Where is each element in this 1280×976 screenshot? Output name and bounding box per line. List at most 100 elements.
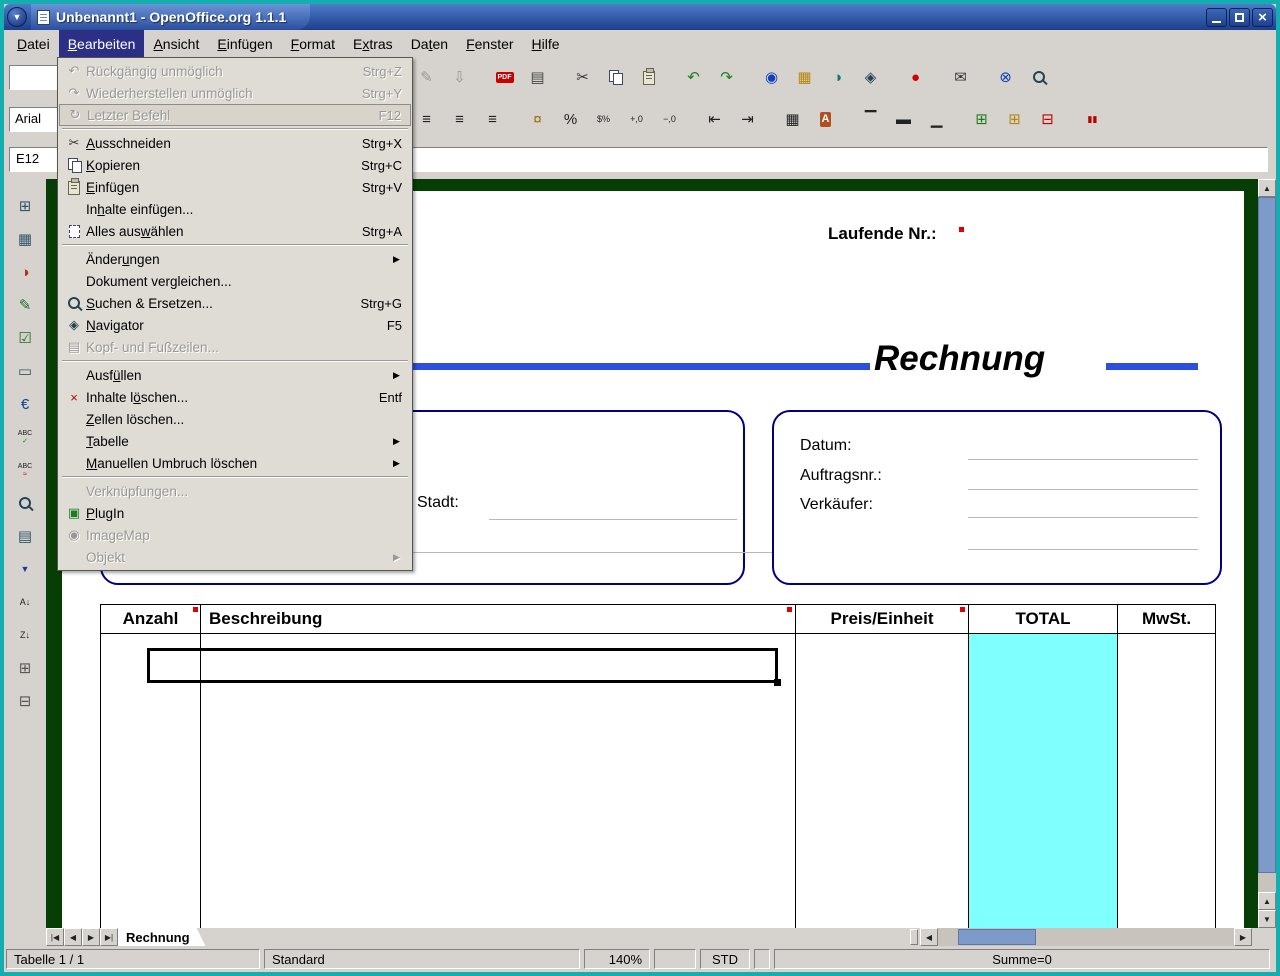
menu-item-ausfüllen[interactable]: Ausfüllen▶ — [59, 364, 411, 386]
h-scroll-thumb[interactable] — [958, 929, 1036, 945]
record-changes-icon[interactable]: ● — [902, 62, 929, 92]
menubar-item-ansicht[interactable]: Ansicht — [144, 30, 208, 57]
align-center-icon[interactable]: ≡ — [413, 104, 440, 134]
datasources-icon[interactable]: ▤ — [11, 523, 39, 549]
h-scroll-right-button[interactable]: ▶ — [1234, 928, 1252, 946]
currency-format-icon[interactable]: ¤ — [524, 104, 551, 134]
insert-chart-icon[interactable]: ◑ — [11, 259, 39, 285]
minimize-button[interactable] — [1206, 8, 1227, 27]
first-sheet-button[interactable]: |◀ — [46, 928, 64, 946]
table-header-beschreibung[interactable]: Beschreibung — [200, 604, 796, 634]
euro-converter-icon[interactable]: € — [11, 391, 39, 417]
v-scrollbar[interactable]: ▲ ▲ ▼ — [1258, 179, 1276, 946]
borders-icon[interactable]: ▦ — [779, 104, 806, 134]
menu-item-dokument-vergleichen[interactable]: Dokument vergleichen... — [59, 270, 411, 292]
standard-format-icon[interactable]: $% — [590, 104, 617, 134]
menu-item-manuellen-umbruch-löschen[interactable]: Manuellen Umbruch löschen▶ — [59, 452, 411, 474]
status-mode[interactable]: STD — [700, 949, 750, 969]
menu-item-einfügen[interactable]: EinfügenStrg+V — [59, 176, 411, 198]
menu-item-inhalte-einfügen[interactable]: Inhalte einfügen... — [59, 198, 411, 220]
pdf-export-icon[interactable]: PDF — [491, 62, 518, 92]
group-icon[interactable]: ⊞ — [11, 655, 39, 681]
autospellcheck-icon[interactable]: ABC≈ — [11, 457, 39, 483]
menu-item-kopieren[interactable]: KopierenStrg+C — [59, 154, 411, 176]
print-icon[interactable]: ▤ — [524, 62, 551, 92]
insert-cells-icon[interactable]: ▦ — [11, 226, 39, 252]
ungroup-icon[interactable]: ⊟ — [11, 688, 39, 714]
status-page-style[interactable]: Standard — [264, 949, 580, 969]
status-sheet-position[interactable]: Tabelle 1 / 1 — [6, 949, 260, 969]
draw-functions-icon[interactable]: ✎ — [11, 292, 39, 318]
menu-item-objekt[interactable]: Objekt▶ — [59, 546, 411, 568]
add-decimal-icon[interactable]: +,0 — [623, 104, 650, 134]
h-scrollbar[interactable] — [938, 928, 1234, 946]
align-top-icon[interactable]: ▔ — [857, 104, 884, 134]
gallery-icon[interactable]: ▦ — [791, 62, 818, 92]
find-replace-icon[interactable] — [11, 490, 39, 516]
menu-item-änderungen[interactable]: Änderungen▶ — [59, 248, 411, 270]
delete-cells-icon[interactable]: ⊟ — [1034, 104, 1061, 134]
decrease-indent-icon[interactable]: ⇤ — [701, 104, 728, 134]
align-middle-icon[interactable]: ▬ — [890, 104, 917, 134]
export-icon[interactable]: ⇩ — [446, 62, 473, 92]
menubar-item-extras[interactable]: Extras — [344, 30, 402, 57]
prev-sheet-button[interactable]: ◀ — [64, 928, 82, 946]
form-controls-icon[interactable]: ☑ — [11, 325, 39, 351]
menubar-item-datei[interactable]: Datei — [8, 30, 59, 57]
menu-item-plugin[interactable]: ▣PlugIn — [59, 502, 411, 524]
tab-scrollbar-splitter[interactable] — [910, 929, 918, 945]
table-header-preis-einheit[interactable]: Preis/Einheit — [795, 604, 969, 634]
insert-row-icon[interactable]: ⊞ — [968, 104, 995, 134]
menubar-item-format[interactable]: Format — [282, 30, 344, 57]
last-sheet-button[interactable]: ▶| — [100, 928, 118, 946]
menu-item-navigator[interactable]: ◈NavigatorF5 — [59, 314, 411, 336]
align-bottom-icon[interactable]: ▁ — [923, 104, 950, 134]
insert-icon[interactable]: ⊞ — [11, 193, 39, 219]
menu-item-tabelle[interactable]: Tabelle▶ — [59, 430, 411, 452]
sort-descending-icon[interactable]: Z↓ — [11, 622, 39, 648]
next-sheet-button[interactable]: ▶ — [82, 928, 100, 946]
table-header-total[interactable]: TOTAL — [968, 604, 1118, 634]
maximize-button[interactable] — [1229, 8, 1250, 27]
menu-item-kopf-und-fußzeilen[interactable]: ▤Kopf- und Fußzeilen... — [59, 336, 411, 358]
copy-icon[interactable] — [602, 62, 629, 92]
menu-item-ausschneiden[interactable]: ✂AusschneidenStrg+X — [59, 132, 411, 154]
menubar-item-daten[interactable]: Daten — [402, 30, 457, 57]
menu-item-imagemap[interactable]: ◉ImageMap — [59, 524, 411, 546]
v-scroll-up-button[interactable]: ▲ — [1258, 179, 1276, 197]
menubar-item-hilfe[interactable]: Hilfe — [523, 30, 569, 57]
v-scroll-thumb[interactable] — [1258, 197, 1276, 873]
chart-icon[interactable]: ▮▮ — [1079, 104, 1106, 134]
menu-item-letzter-befehl[interactable]: ↻Letzter BefehlF12 — [59, 104, 411, 126]
menu-item-verknüpfungen[interactable]: Verknüpfungen... — [59, 480, 411, 502]
menubar-item-fenster[interactable]: Fenster — [457, 30, 522, 57]
spellcheck-icon[interactable]: ABC✓ — [11, 424, 39, 450]
menu-item-zellen-löschen[interactable]: Zellen löschen... — [59, 408, 411, 430]
align-justify-icon[interactable]: ≡ — [479, 104, 506, 134]
paste-icon[interactable] — [635, 62, 662, 92]
redo-icon[interactable]: ↷ — [713, 62, 740, 92]
v-scroll-down-button[interactable]: ▼ — [1258, 910, 1276, 928]
table-header-mwst[interactable]: MwSt. — [1117, 604, 1216, 634]
menu-item-wiederherstellen-unmöglich[interactable]: ↷Wiederherstellen unmöglichStrg+Y — [59, 82, 411, 104]
percent-format-icon[interactable]: % — [557, 104, 584, 134]
table-header-anzahl[interactable]: Anzahl — [100, 604, 201, 634]
insert-column-icon[interactable]: ⊞ — [1001, 104, 1028, 134]
v-scroll-up-button-2[interactable]: ▲ — [1258, 892, 1276, 910]
status-sum[interactable]: Summe=0 — [774, 949, 1270, 969]
hyperlink-icon[interactable]: ◉ — [758, 62, 785, 92]
mail-icon[interactable]: ✉ — [947, 62, 974, 92]
close-button[interactable]: × — [1252, 8, 1273, 27]
menubar-item-bearbeiten[interactable]: Bearbeiten — [59, 30, 145, 57]
window-menu-button[interactable]: ▼ — [7, 7, 27, 27]
menu-item-suchen-ersetzen[interactable]: Suchen & Ersetzen...Strg+G — [59, 292, 411, 314]
menu-item-alles-auswählen[interactable]: Alles auswählenStrg+A — [59, 220, 411, 242]
total-column-fill[interactable] — [969, 634, 1117, 928]
status-zoom[interactable]: 140% — [584, 949, 650, 969]
sort-ascending-icon[interactable]: A↓ — [11, 589, 39, 615]
insert-frame-icon[interactable]: ▭ — [11, 358, 39, 384]
edit-file-icon[interactable]: ✎ — [413, 62, 440, 92]
menu-item-inhalte-löschen[interactable]: ×Inhalte löschen...Entf — [59, 386, 411, 408]
undo-icon[interactable]: ↶ — [680, 62, 707, 92]
delete-decimal-icon[interactable]: −,0 — [656, 104, 683, 134]
